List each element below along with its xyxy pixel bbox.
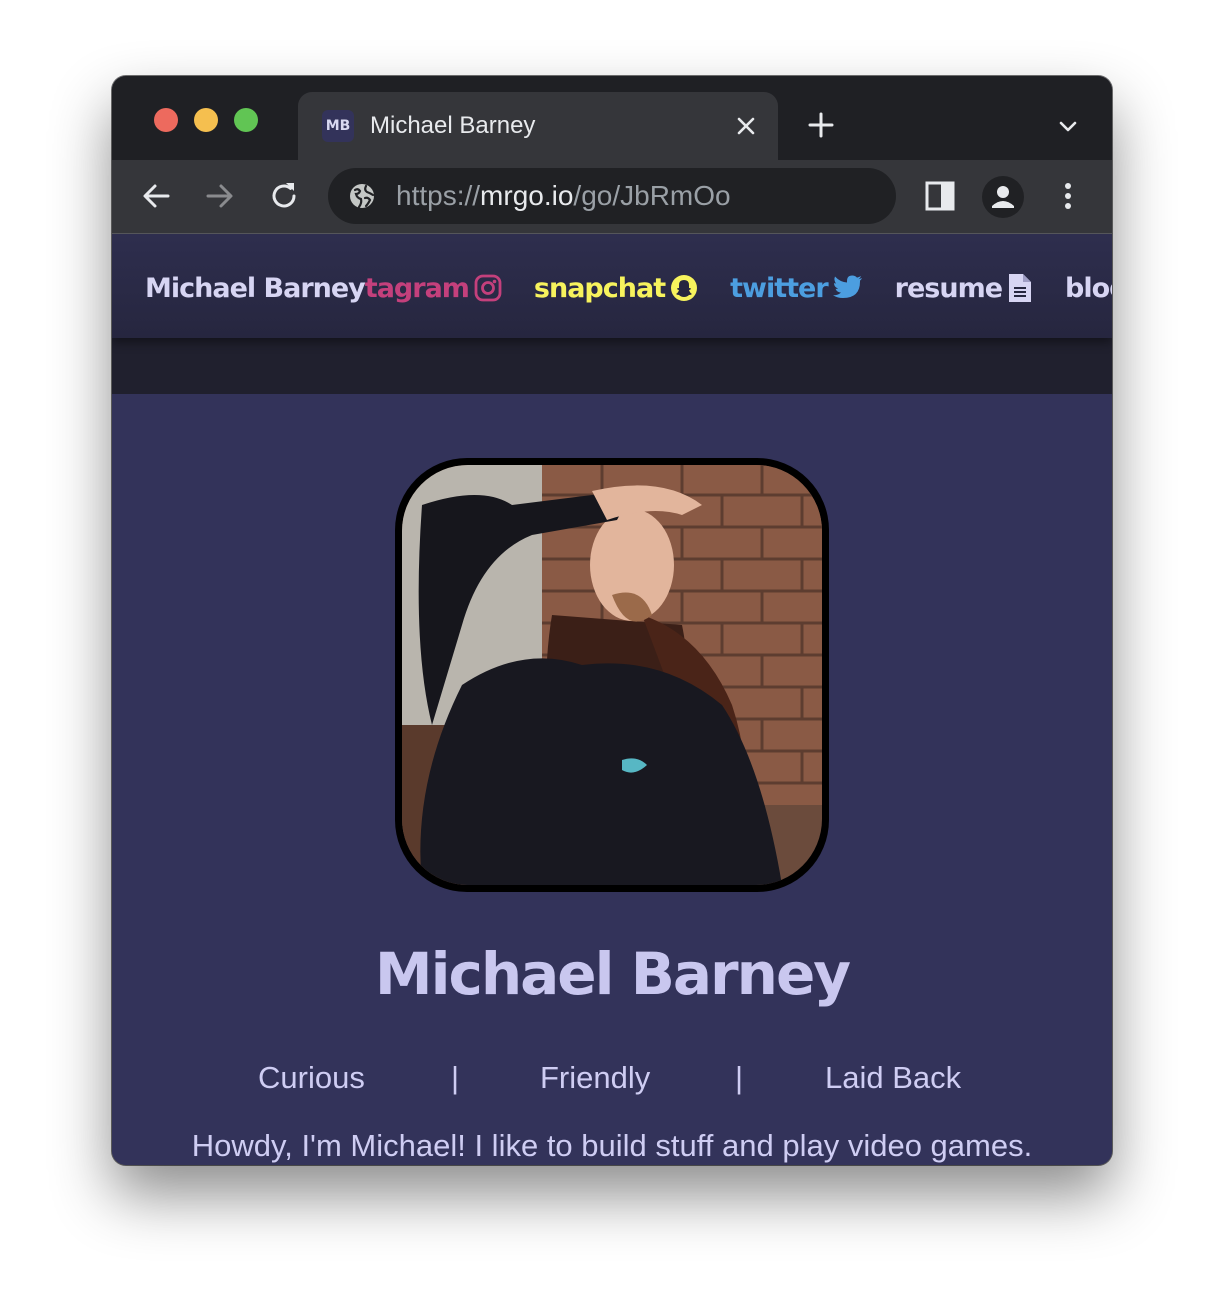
nav-link-blog[interactable]: blog	[1065, 273, 1112, 304]
nav-link-resume[interactable]: resume	[895, 272, 1033, 304]
nav-link-twitter[interactable]: twitter	[730, 273, 863, 304]
url-path: /go/JbRmOo	[573, 180, 731, 211]
nav-link-label: blog	[1065, 272, 1112, 304]
trait-friendly: Friendly	[540, 1060, 651, 1095]
browser-toolbar: https://mrgo.io/go/JbRmOo	[112, 160, 1112, 234]
url-host: mrgo.io	[480, 180, 574, 211]
nav-link-instagram[interactable]: tagram	[365, 273, 502, 304]
chevron-down-icon[interactable]	[1056, 114, 1080, 138]
active-tab[interactable]: MB Michael Barney	[298, 92, 778, 160]
browser-window: MB Michael Barney https://mrgo.io/go/JbR…	[112, 76, 1112, 1165]
trait-curious: Curious	[258, 1060, 365, 1095]
page-content: Michael Barney tagram snapchat twitter r…	[112, 234, 1112, 1165]
profile-name: Michael Barney	[374, 940, 851, 1008]
profile-icon[interactable]	[982, 176, 1024, 218]
trait-separator: |	[451, 1060, 460, 1095]
profile-photo-frame	[395, 458, 829, 892]
kebab-menu-icon[interactable]	[1050, 178, 1086, 214]
nav-brand-link[interactable]: Michael Barney	[145, 273, 366, 304]
url-text: https://mrgo.io/go/JbRmOo	[396, 178, 731, 214]
snapchat-icon	[671, 275, 698, 301]
plus-icon[interactable]	[806, 110, 836, 140]
tab-strip: MB Michael Barney	[112, 76, 1112, 160]
url-scheme: https://	[396, 180, 481, 211]
forward-arrow-icon[interactable]	[202, 178, 238, 214]
site-navbar: Michael Barney tagram snapchat twitter r…	[112, 234, 1112, 338]
instagram-icon	[474, 274, 502, 302]
twitter-icon	[832, 275, 862, 298]
nav-link-label: tagram	[364, 272, 470, 304]
close-window-button[interactable]	[154, 108, 178, 132]
site-favicon-icon: MB	[322, 110, 354, 142]
trait-laid-back: Laid Back	[825, 1060, 962, 1095]
nav-link-label: snapchat	[533, 272, 666, 304]
tab-title: Michael Barney	[370, 112, 536, 139]
reload-icon[interactable]	[266, 178, 302, 214]
nav-link-label: resume	[894, 272, 1003, 304]
globe-icon	[350, 184, 375, 209]
address-bar[interactable]: https://mrgo.io/go/JbRmOo	[328, 168, 896, 224]
trait-separator: |	[735, 1060, 744, 1095]
traits-row: Curious | Friendly | Laid Back	[258, 1060, 966, 1100]
nav-link-label: twitter	[730, 272, 829, 304]
back-arrow-icon[interactable]	[138, 178, 174, 214]
profile-photo	[402, 465, 822, 885]
minimize-window-button[interactable]	[194, 108, 218, 132]
intro-text: Howdy, I'm Michael! I like to build stuf…	[191, 1128, 1033, 1163]
sub-navbar	[112, 338, 1112, 394]
close-icon[interactable]	[734, 114, 758, 138]
nav-link-snapchat[interactable]: snapchat	[534, 273, 698, 304]
maximize-window-button[interactable]	[234, 108, 258, 132]
nav-links: Michael Barney tagram snapchat twitter r…	[145, 266, 1112, 310]
document-icon	[1009, 274, 1032, 302]
side-panel-icon[interactable]	[922, 178, 958, 214]
